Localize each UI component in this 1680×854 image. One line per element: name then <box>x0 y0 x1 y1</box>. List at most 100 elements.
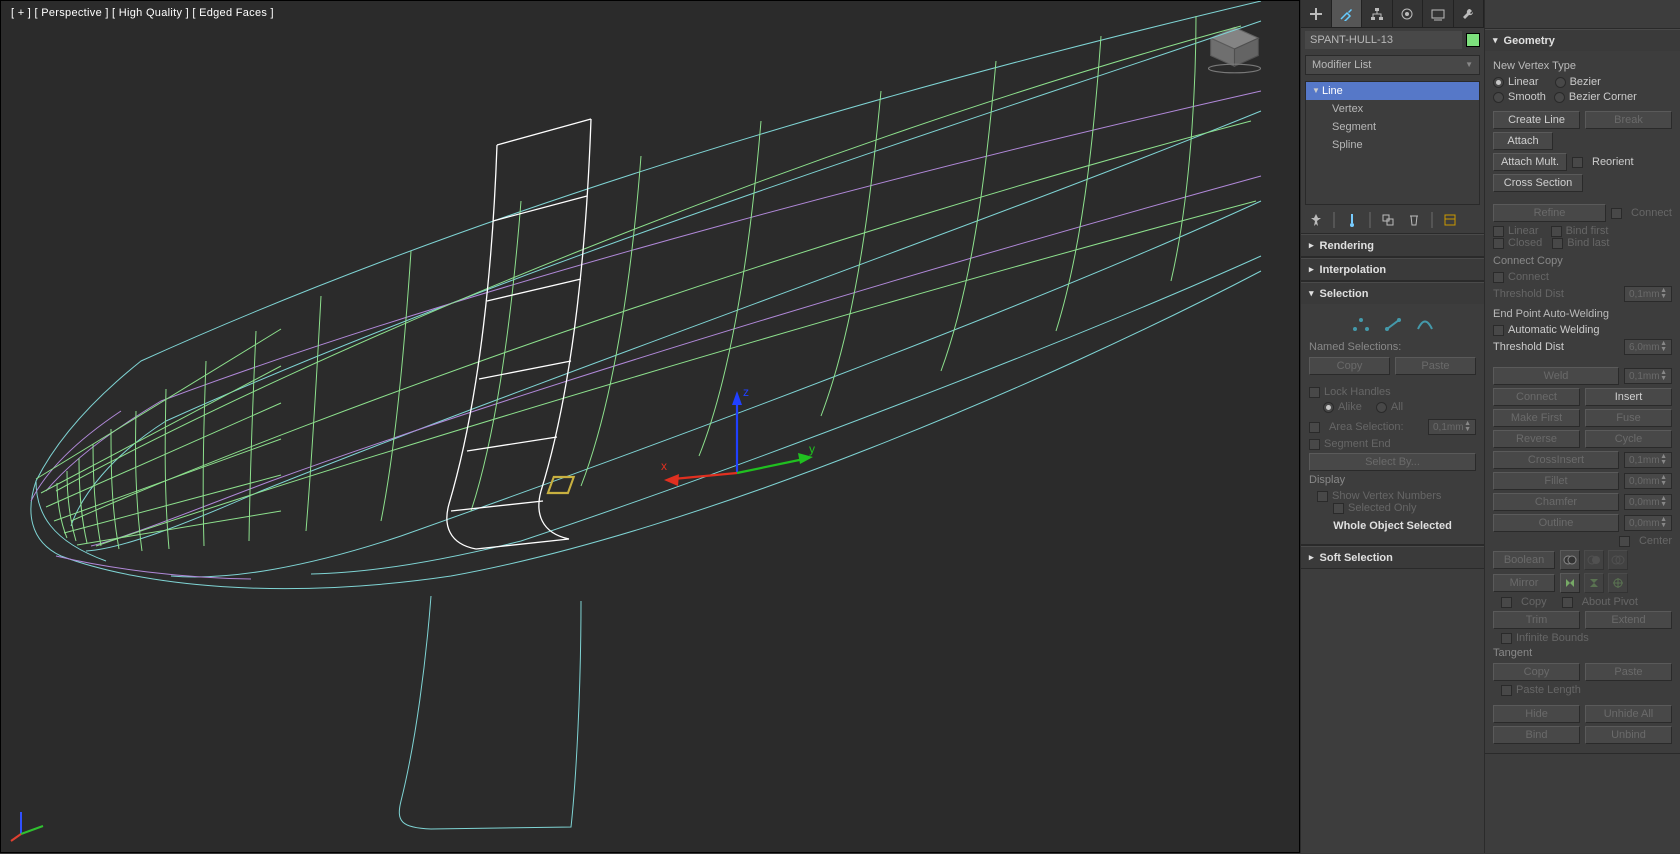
segment-subobj-icon[interactable] <box>1384 316 1402 332</box>
bool-subtract-icon[interactable] <box>1584 550 1604 570</box>
boolean-button[interactable]: Boolean <box>1493 551 1555 569</box>
all-radio[interactable] <box>1376 402 1387 413</box>
break-button[interactable]: Break <box>1585 111 1672 129</box>
rollout-interpolation[interactable]: ▸Interpolation <box>1301 258 1484 280</box>
create-line-button[interactable]: Create Line <box>1493 111 1580 129</box>
refine-linear-checkbox[interactable] <box>1493 226 1504 237</box>
svg-text:z: z <box>743 385 749 399</box>
connect-button[interactable]: Connect <box>1493 388 1580 406</box>
automatic-welding-checkbox[interactable] <box>1493 325 1504 336</box>
infinite-bounds-checkbox[interactable] <box>1501 633 1512 644</box>
hide-button[interactable]: Hide <box>1493 705 1580 723</box>
bezier-radio[interactable] <box>1555 77 1566 88</box>
bind-last-checkbox[interactable] <box>1552 238 1563 249</box>
geometry-panel: ▾Geometry New Vertex Type LinearBezier S… <box>1484 0 1680 853</box>
select-by-button[interactable]: Select By... <box>1309 453 1476 471</box>
object-name-field[interactable]: SPANT-HULL-13 <box>1305 31 1462 49</box>
cross-section-button[interactable]: Cross Section <box>1493 174 1583 192</box>
modstack-vertex[interactable]: Vertex <box>1306 100 1479 118</box>
bool-union-icon[interactable] <box>1560 550 1580 570</box>
show-end-result-icon[interactable] <box>1343 211 1361 229</box>
bind-button[interactable]: Bind <box>1493 726 1580 744</box>
mirror-copy-checkbox[interactable] <box>1501 597 1512 608</box>
vertex-subobj-icon[interactable] <box>1352 316 1370 332</box>
svg-text:y: y <box>809 442 815 456</box>
tab-motion[interactable] <box>1393 0 1424 27</box>
refine-button[interactable]: Refine <box>1493 204 1606 222</box>
crossinsert-spinner[interactable]: 0,1mm▲▼ <box>1624 452 1672 468</box>
smooth-radio[interactable] <box>1493 92 1504 103</box>
rollout-rendering[interactable]: ▸Rendering <box>1301 234 1484 256</box>
chamfer-button[interactable]: Chamfer <box>1493 493 1619 511</box>
rollout-geometry[interactable]: ▾Geometry <box>1485 29 1680 51</box>
area-selection-spinner[interactable]: 0,1mm▲▼ <box>1428 419 1476 435</box>
object-color-swatch[interactable] <box>1466 33 1480 47</box>
pin-stack-icon[interactable] <box>1307 211 1325 229</box>
viewport-3d[interactable]: [ + ] [ Perspective ] [ High Quality ] [… <box>0 0 1300 853</box>
unhide-all-button[interactable]: Unhide All <box>1585 705 1672 723</box>
spline-subobj-icon[interactable] <box>1416 316 1434 332</box>
fuse-button[interactable]: Fuse <box>1585 409 1672 427</box>
center-checkbox[interactable] <box>1619 536 1630 547</box>
make-first-button[interactable]: Make First <box>1493 409 1580 427</box>
modifier-stack[interactable]: ▼Line Vertex Segment Spline <box>1305 81 1480 205</box>
about-pivot-checkbox[interactable] <box>1562 597 1573 608</box>
refine-closed-checkbox[interactable] <box>1493 238 1504 249</box>
make-unique-icon[interactable] <box>1379 211 1397 229</box>
tangent-paste-button[interactable]: Paste <box>1585 663 1672 681</box>
outline-button[interactable]: Outline <box>1493 514 1619 532</box>
bind-first-checkbox[interactable] <box>1551 226 1562 237</box>
insert-button[interactable]: Insert <box>1585 388 1672 406</box>
extend-button[interactable]: Extend <box>1585 611 1672 629</box>
modstack-spline[interactable]: Spline <box>1306 136 1479 154</box>
area-selection-checkbox[interactable] <box>1309 422 1320 433</box>
rollout-soft-selection[interactable]: ▸Soft Selection <box>1301 546 1484 568</box>
selected-only-checkbox[interactable] <box>1333 503 1344 514</box>
mirror-v-icon[interactable] <box>1584 573 1604 593</box>
named-sel-paste-button[interactable]: Paste <box>1395 357 1476 375</box>
configure-modifier-sets-icon[interactable] <box>1441 211 1459 229</box>
attach-button[interactable]: Attach <box>1493 132 1553 150</box>
refine-connect-checkbox[interactable] <box>1611 208 1622 219</box>
trim-button[interactable]: Trim <box>1493 611 1580 629</box>
unbind-button[interactable]: Unbind <box>1585 726 1672 744</box>
mirror-button[interactable]: Mirror <box>1493 574 1555 592</box>
fillet-button[interactable]: Fillet <box>1493 472 1619 490</box>
tangent-copy-button[interactable]: Copy <box>1493 663 1580 681</box>
segment-end-checkbox[interactable] <box>1309 439 1320 450</box>
weld-button[interactable]: Weld <box>1493 367 1619 385</box>
subobject-selection-icons <box>1309 310 1476 338</box>
alike-radio[interactable] <box>1323 402 1334 413</box>
tab-utilities[interactable] <box>1454 0 1485 27</box>
tab-hierarchy[interactable] <box>1362 0 1393 27</box>
show-vertex-numbers-checkbox[interactable] <box>1317 491 1328 502</box>
tab-display[interactable] <box>1423 0 1454 27</box>
outline-spinner[interactable]: 0,0mm▲▼ <box>1624 515 1672 531</box>
weld-spinner[interactable]: 0,1mm▲▼ <box>1624 368 1672 384</box>
lock-handles-checkbox[interactable] <box>1309 387 1320 398</box>
modifier-list-dropdown[interactable]: Modifier List▼ <box>1305 55 1480 75</box>
autoweld-threshold-spinner[interactable]: 6,0mm▲▼ <box>1624 339 1672 355</box>
mirror-h-icon[interactable] <box>1560 573 1580 593</box>
cycle-button[interactable]: Cycle <box>1585 430 1672 448</box>
modstack-line[interactable]: ▼Line <box>1306 82 1479 100</box>
reverse-button[interactable]: Reverse <box>1493 430 1580 448</box>
connect-copy-checkbox[interactable] <box>1493 272 1504 283</box>
tab-create[interactable] <box>1301 0 1332 27</box>
named-sel-copy-button[interactable]: Copy <box>1309 357 1390 375</box>
bezier-corner-radio[interactable] <box>1554 92 1565 103</box>
tab-modify[interactable] <box>1332 0 1363 27</box>
connect-threshold-spinner[interactable]: 0,1mm▲▼ <box>1624 286 1672 302</box>
attach-mult-button[interactable]: Attach Mult. <box>1493 153 1567 171</box>
modstack-segment[interactable]: Segment <box>1306 118 1479 136</box>
fillet-spinner[interactable]: 0,0mm▲▼ <box>1624 473 1672 489</box>
mirror-both-icon[interactable] <box>1608 573 1628 593</box>
remove-modifier-icon[interactable] <box>1405 211 1423 229</box>
chamfer-spinner[interactable]: 0,0mm▲▼ <box>1624 494 1672 510</box>
reorient-checkbox[interactable] <box>1572 157 1583 168</box>
linear-radio[interactable] <box>1493 77 1504 88</box>
paste-length-checkbox[interactable] <box>1501 685 1512 696</box>
crossinsert-button[interactable]: CrossInsert <box>1493 451 1619 469</box>
rollout-selection[interactable]: ▾Selection <box>1301 282 1484 304</box>
bool-intersect-icon[interactable] <box>1608 550 1628 570</box>
